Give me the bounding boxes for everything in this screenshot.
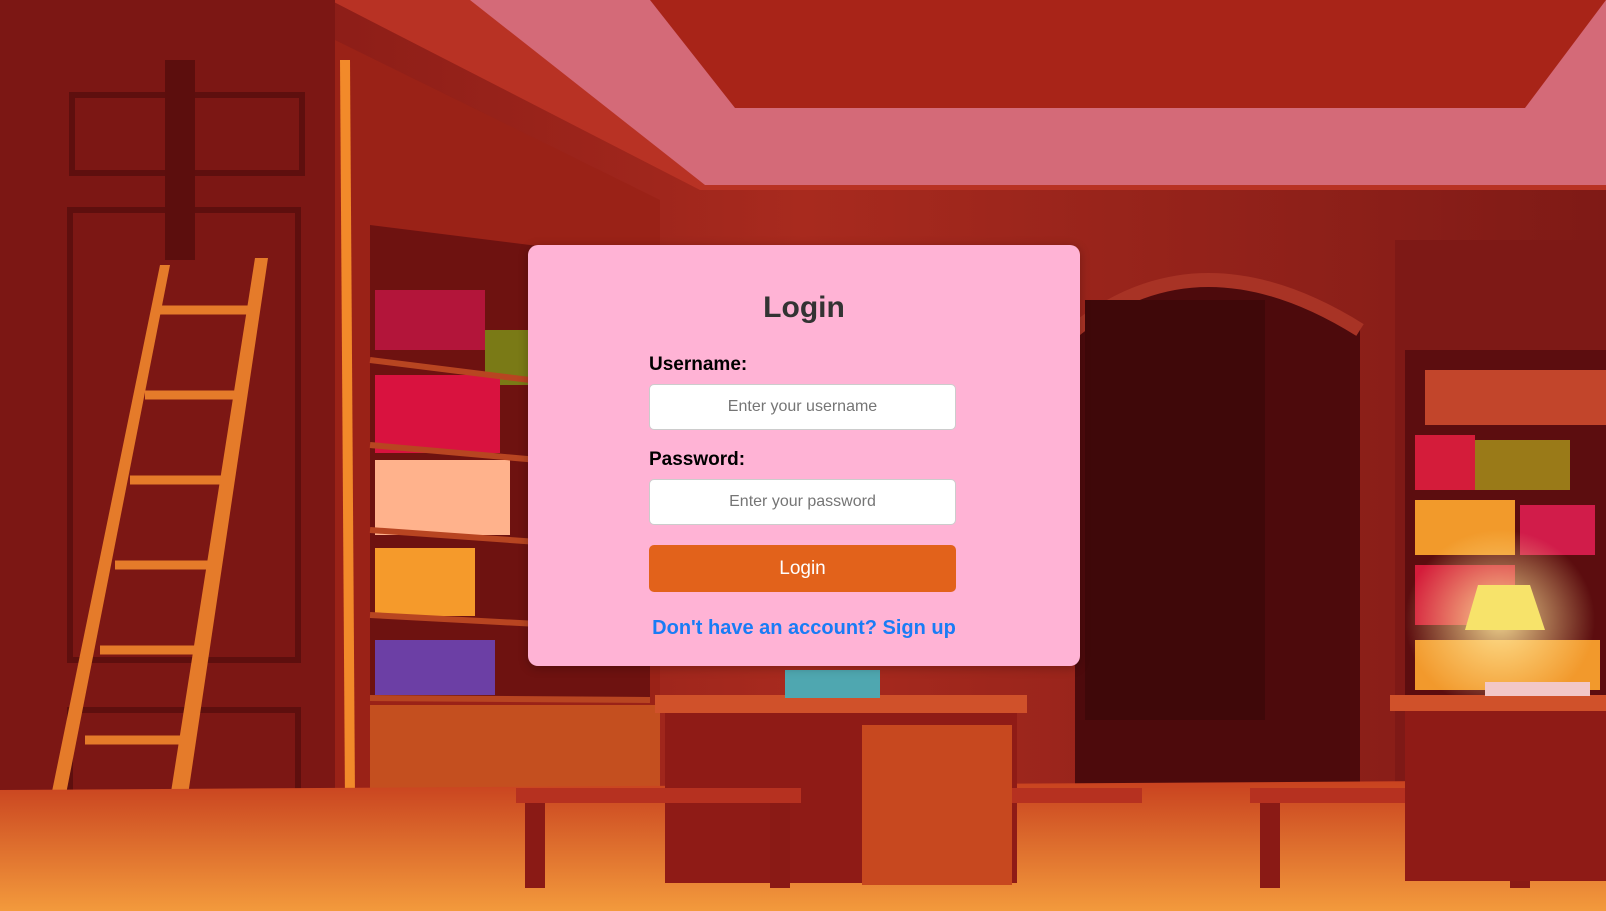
signup-link[interactable]: Don't have an account? Sign up <box>528 617 1080 639</box>
login-button[interactable]: Login <box>649 545 956 592</box>
password-label: Password: <box>649 449 746 470</box>
username-input[interactable] <box>649 384 956 430</box>
username-label: Username: <box>649 354 748 375</box>
password-input[interactable] <box>649 479 956 525</box>
login-title: Login <box>763 291 845 324</box>
login-card: Login Username: Password: Login Don't ha… <box>528 245 1080 666</box>
